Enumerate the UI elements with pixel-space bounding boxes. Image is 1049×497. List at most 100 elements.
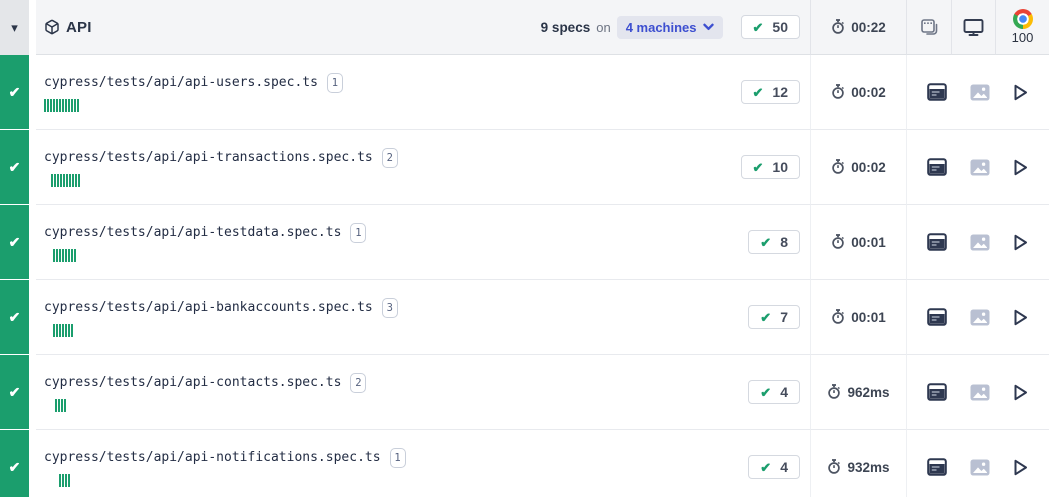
log-icon xyxy=(927,308,948,326)
check-icon: ✔ xyxy=(8,158,21,175)
collapse-toggle[interactable]: ▾ xyxy=(0,0,29,55)
play-icon xyxy=(1014,159,1027,175)
screenshots-button xyxy=(968,457,992,478)
spec-file[interactable]: cypress/tests/api/api-testdata.spec.ts xyxy=(44,225,341,240)
duration-bar xyxy=(55,398,57,412)
output-log-button[interactable] xyxy=(925,231,949,253)
play-video-button[interactable] xyxy=(1010,306,1031,329)
spec-actions-cell xyxy=(906,205,1049,280)
header-viewport-cell xyxy=(951,0,995,55)
duration-bar xyxy=(59,98,61,112)
play-icon xyxy=(1014,309,1027,325)
spec-status-passed: ✔ xyxy=(0,55,29,129)
check-icon: ✔ xyxy=(760,234,772,250)
duration-bar xyxy=(57,173,59,187)
chevron-down-icon xyxy=(702,23,714,31)
spec-row: ✔ cypress/tests/api/api-notifications.sp… xyxy=(0,430,1049,497)
stopwatch-icon xyxy=(827,384,841,400)
spec-group-badge: 3 xyxy=(381,297,398,318)
output-log-button[interactable] xyxy=(925,81,949,103)
spec-info: cypress/tests/api/api-testdata.spec.ts 1 xyxy=(36,222,736,262)
output-log-button[interactable] xyxy=(925,306,949,328)
output-log-button[interactable] xyxy=(925,156,949,178)
spec-actions-cell xyxy=(906,55,1049,130)
spec-duration: 962ms xyxy=(847,384,890,400)
spec-file-line: cypress/tests/api/api-testdata.spec.ts 1 xyxy=(36,222,736,243)
spec-file[interactable]: cypress/tests/api/api-bankaccounts.spec.… xyxy=(44,300,373,315)
duration-bar xyxy=(78,173,80,187)
spec-file[interactable]: cypress/tests/api/api-contacts.spec.ts xyxy=(44,375,341,390)
check-icon: ✔ xyxy=(752,84,764,100)
duration-bar xyxy=(75,173,77,187)
spec-duration: 00:02 xyxy=(851,159,886,175)
on-label: on xyxy=(596,19,611,35)
spec-row-main: cypress/tests/api/api-testdata.spec.ts 1… xyxy=(36,205,810,280)
machines-dropdown[interactable]: 4 machines xyxy=(616,15,723,39)
spec-actions-cell xyxy=(906,430,1049,497)
log-icon xyxy=(927,458,948,476)
duration-bar xyxy=(56,98,58,112)
gutter xyxy=(29,355,36,430)
duration-bar xyxy=(74,248,76,262)
output-log-button[interactable] xyxy=(925,456,949,478)
duration-bar xyxy=(53,248,55,262)
spec-actions-cell xyxy=(906,355,1049,430)
play-video-button[interactable] xyxy=(1010,381,1031,404)
total-passed-badge: ✔ 50 xyxy=(740,15,800,39)
spec-duration-cell: 00:02 xyxy=(810,130,906,205)
duration-bar xyxy=(62,248,64,262)
duration-bar xyxy=(61,398,63,412)
duration-bar xyxy=(53,98,55,112)
duration-bar xyxy=(68,323,70,337)
duration-bar xyxy=(59,248,61,262)
duration-bar xyxy=(63,173,65,187)
screenshots-button xyxy=(968,232,992,253)
duration-bar xyxy=(71,248,73,262)
play-video-button[interactable] xyxy=(1010,81,1031,104)
monitor-icon xyxy=(963,18,984,37)
spec-passed-count: 12 xyxy=(772,84,788,100)
spec-file[interactable]: cypress/tests/api/api-transactions.spec.… xyxy=(44,150,373,165)
duration-bar xyxy=(56,323,58,337)
log-icon xyxy=(927,158,948,176)
play-icon xyxy=(1014,84,1027,100)
duration-bar xyxy=(54,173,56,187)
play-video-button[interactable] xyxy=(1010,156,1031,179)
play-video-button[interactable] xyxy=(1010,231,1031,254)
log-icon xyxy=(927,233,948,251)
spec-row-main: cypress/tests/api/api-contacts.spec.ts 2… xyxy=(36,355,810,430)
duration-bar xyxy=(71,323,73,337)
spec-row-main: cypress/tests/api/api-notifications.spec… xyxy=(36,430,810,497)
total-passed-count: 50 xyxy=(772,19,788,35)
image-icon xyxy=(970,459,989,475)
duration-bar xyxy=(60,173,62,187)
image-icon xyxy=(970,234,989,250)
duration-bar xyxy=(68,98,70,112)
log-icon xyxy=(927,83,948,101)
spec-info: cypress/tests/api/api-contacts.spec.ts 2 xyxy=(36,372,736,412)
play-video-button[interactable] xyxy=(1010,456,1031,479)
gutter xyxy=(29,55,36,130)
duration-bar xyxy=(59,323,61,337)
check-icon: ✔ xyxy=(8,458,21,475)
screenshots-button xyxy=(968,157,992,178)
duration-bars xyxy=(36,248,736,262)
spec-file[interactable]: cypress/tests/api/api-users.spec.ts xyxy=(44,75,318,90)
spec-group-badge: 1 xyxy=(389,447,406,468)
gutter xyxy=(29,205,36,280)
output-log-button[interactable] xyxy=(925,381,949,403)
spec-status-passed: ✔ xyxy=(0,280,29,354)
spec-file-line: cypress/tests/api/api-transactions.spec.… xyxy=(36,147,729,168)
stopwatch-icon xyxy=(827,459,841,475)
screenshots-button xyxy=(968,82,992,103)
spec-info: cypress/tests/api/api-notifications.spec… xyxy=(36,447,736,487)
duration-bar xyxy=(69,173,71,187)
spec-file[interactable]: cypress/tests/api/api-notifications.spec… xyxy=(44,450,381,465)
spec-row: ✔ cypress/tests/api/api-transactions.spe… xyxy=(0,130,1049,205)
group-header: ▾ API 9 specs on 4 machines ✔ 50 00:22 1… xyxy=(0,0,1049,55)
spec-file-line: cypress/tests/api/api-users.spec.ts 1 xyxy=(36,72,729,93)
total-duration: 00:22 xyxy=(851,19,886,35)
play-icon xyxy=(1014,384,1027,400)
spec-row-main: cypress/tests/api/api-users.spec.ts 1 ✔ … xyxy=(36,55,810,130)
spec-passed-count: 10 xyxy=(772,159,788,175)
